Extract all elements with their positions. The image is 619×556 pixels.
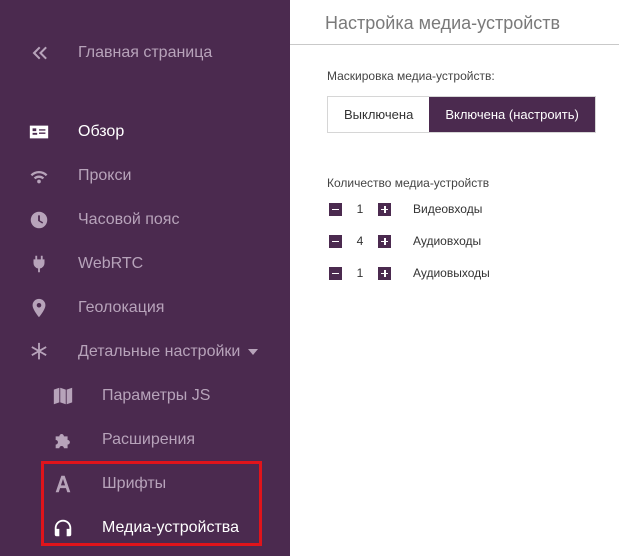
sidebar: Главная страница Обзор Прокси Часовой по… [0,0,290,556]
sidebar-item-timezone[interactable]: Часовой пояс [0,200,290,240]
wifi-icon [26,163,52,189]
device-row-audio-outputs: 1 Аудиовыходы [329,266,490,280]
sidebar-item-advanced-settings[interactable]: Детальные настройки [0,332,290,372]
sidebar-item-geolocation[interactable]: Геолокация [0,288,290,328]
sidebar-item-label: WebRTC [78,255,144,272]
back-to-home-link[interactable]: Главная страница [0,33,290,73]
device-count: 1 [356,202,364,216]
device-count: 1 [356,266,364,280]
page-title: Настройка медиа-устройств [325,13,561,33]
masking-label: Маскировка медиа-устройств: [327,69,495,83]
decrement-button[interactable] [329,202,342,216]
device-row-audio-inputs: 4 Аудиовходы [329,234,481,248]
sidebar-item-label: Часовой пояс [78,211,180,228]
title-divider [290,44,619,45]
double-chevron-left-icon [26,40,52,66]
sidebar-item-label: Геолокация [78,299,165,316]
plug-icon [26,251,52,277]
increment-button[interactable] [378,234,391,248]
sidebar-subitem-label: Расширения [102,431,196,448]
device-count: 4 [356,234,364,248]
sidebar-item-webrtc[interactable]: WebRTC [0,244,290,284]
masking-toggle: Выключена Включена (настроить) [327,96,596,133]
device-row-video-inputs: 1 Видеовходы [329,202,482,216]
device-name: Аудиовыходы [413,266,490,280]
device-name: Аудиовходы [413,234,482,248]
sidebar-subitem-js-params[interactable]: Параметры JS [0,376,290,416]
highlight-annotation [41,461,262,546]
sidebar-item-label: Обзор [78,123,125,140]
id-card-icon [26,119,52,145]
increment-button[interactable] [378,266,391,280]
decrement-button[interactable] [329,266,342,280]
sidebar-item-overview[interactable]: Обзор [0,112,290,152]
device-count-label: Количество медиа-устройств [327,176,490,190]
masking-on-button[interactable]: Включена (настроить) [429,97,595,132]
sidebar-item-proxy[interactable]: Прокси [0,156,290,196]
sidebar-item-label: Прокси [78,167,132,184]
decrement-button[interactable] [329,234,342,248]
map-icon [50,383,76,409]
device-name: Видеовходы [413,202,483,216]
increment-button[interactable] [378,202,391,216]
sidebar-subitem-extensions[interactable]: Расширения [0,420,290,460]
caret-down-icon [248,348,259,355]
puzzle-icon [50,427,76,453]
clock-icon [26,207,52,233]
sidebar-item-label: Детальные настройки [78,343,259,361]
map-marker-icon [26,295,52,321]
asterisk-icon [26,339,52,365]
sidebar-subitem-label: Параметры JS [102,387,211,404]
back-to-home-label: Главная страница [78,44,213,61]
masking-off-button[interactable]: Выключена [328,97,430,132]
